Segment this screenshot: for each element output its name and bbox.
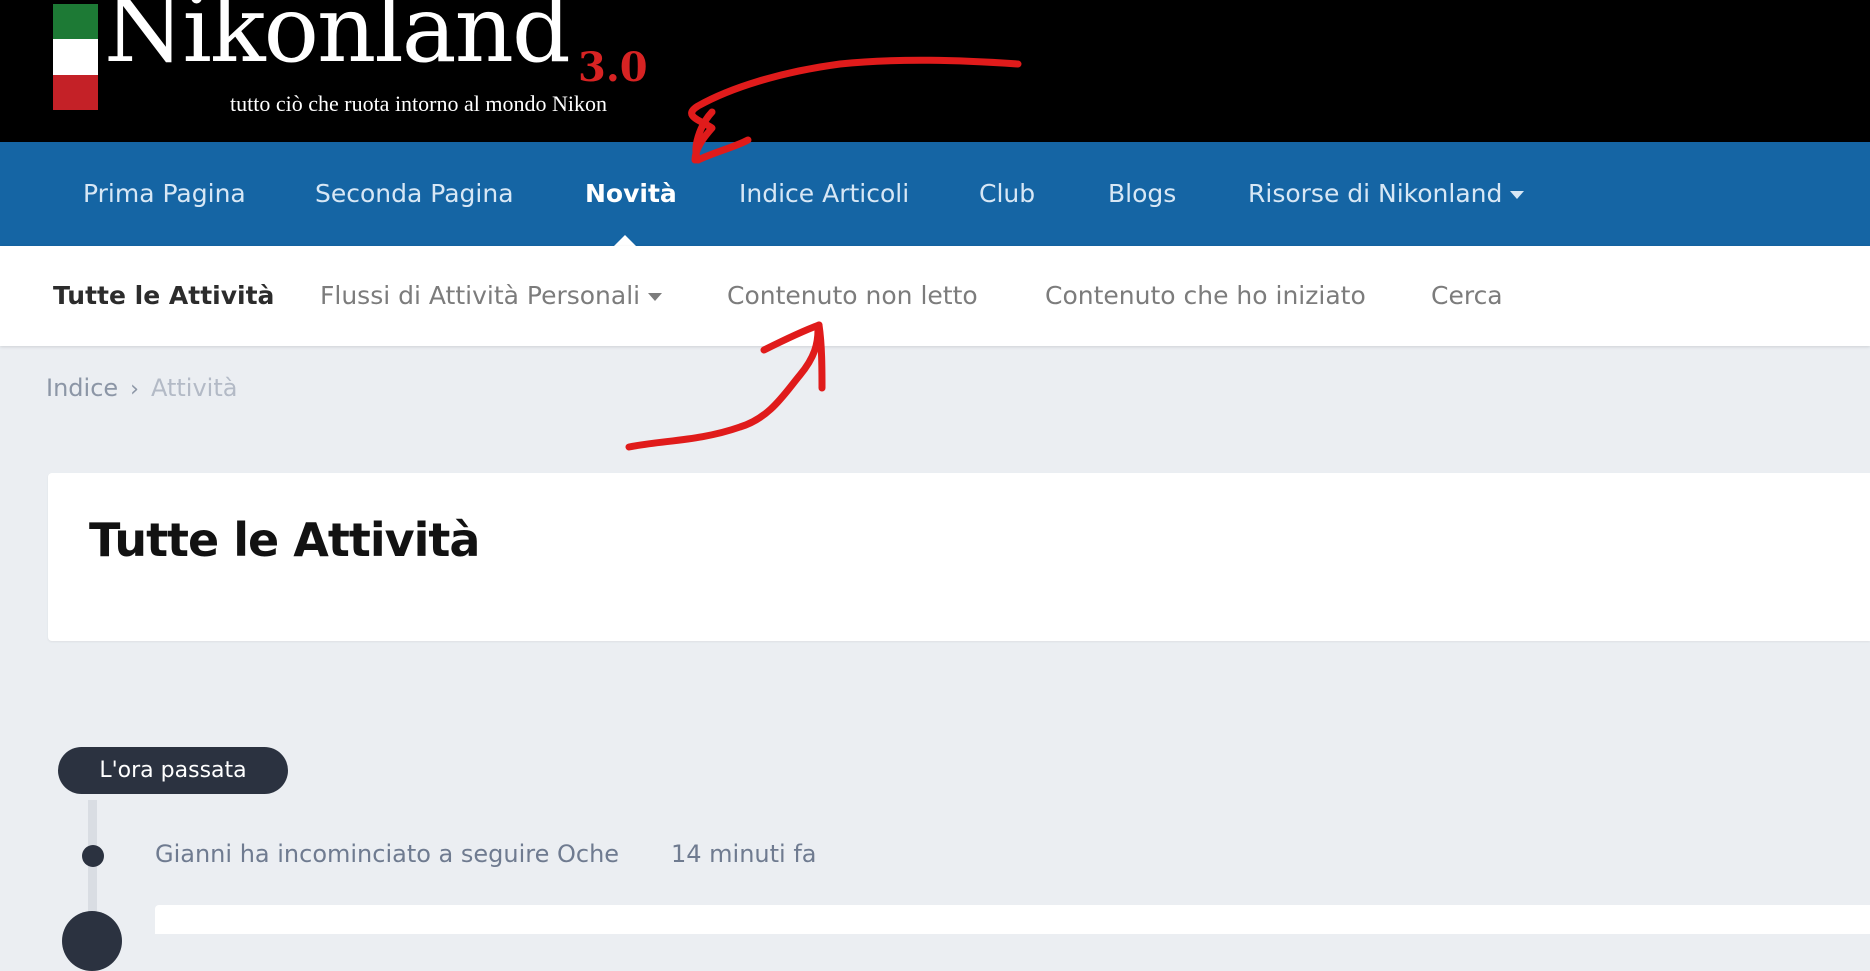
italian-flag-icon (53, 4, 98, 110)
nav-blogs[interactable]: Blogs (1108, 142, 1176, 246)
site-logo[interactable]: Nikonland (104, 0, 571, 76)
subnav-tutte-le-attivita[interactable]: Tutte le Attività (53, 246, 274, 346)
breadcrumb-indice[interactable]: Indice (46, 374, 118, 402)
activity-item-time: 14 minuti fa (671, 840, 817, 868)
nav-club[interactable]: Club (979, 142, 1035, 246)
nav-seconda-pagina[interactable]: Seconda Pagina (315, 142, 514, 246)
site-version: 3.0 (578, 44, 648, 91)
nav-prima-pagina[interactable]: Prima Pagina (83, 142, 246, 246)
caret-down-icon (648, 293, 663, 301)
subnav-flussi-di-attivita-personali[interactable]: Flussi di Attività Personali (320, 246, 663, 346)
breadcrumb-attivita: Attività (150, 374, 238, 402)
subnav-contenuto-non-letto[interactable]: Contenuto non letto (727, 246, 978, 346)
nav-risorse-di-nikonland[interactable]: Risorse di Nikonland (1248, 142, 1525, 246)
subnav-cerca[interactable]: Cerca (1431, 246, 1503, 346)
page-header-card: Tutte le Attività (48, 473, 1870, 641)
primary-nav: Prima Pagina Seconda Pagina Novità Indic… (0, 142, 1870, 246)
nav-novita[interactable]: Novità (585, 142, 677, 246)
nav-risorse-label: Risorse di Nikonland (1248, 179, 1503, 208)
timeline-section-badge: L'ora passata (58, 747, 288, 794)
subnav-flussi-label: Flussi di Attività Personali (320, 281, 641, 310)
timeline-avatar (62, 911, 122, 971)
site-header: Nikonland 3.0 tutto ciò che ruota intorn… (0, 0, 1870, 142)
activity-card[interactable] (155, 905, 1870, 934)
site-tagline: tutto ciò che ruota intorno al mondo Nik… (230, 91, 607, 116)
chevron-right-icon: › (130, 377, 139, 402)
breadcrumb: Indice › Attività (46, 374, 237, 410)
activity-item-text[interactable]: Gianni ha incominciato a seguire Oche (155, 840, 619, 868)
page-title: Tutte le Attività (89, 513, 480, 567)
subnav-contenuto-che-ho-iniziato[interactable]: Contenuto che ho iniziato (1045, 246, 1366, 346)
timeline-dot-icon (82, 845, 104, 867)
nav-indice-articoli[interactable]: Indice Articoli (739, 142, 909, 246)
secondary-nav: Tutte le Attività Flussi di Attività Per… (0, 246, 1870, 346)
caret-down-icon (1510, 191, 1525, 199)
